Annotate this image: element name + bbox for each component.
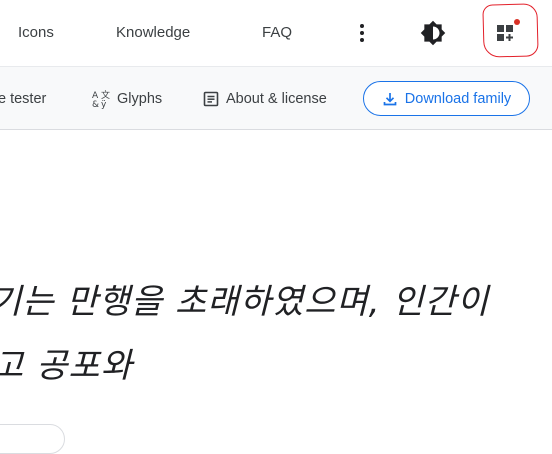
- top-navigation-bar: Icons Knowledge FAQ: [0, 0, 552, 66]
- more-vert-icon[interactable]: [352, 21, 372, 45]
- svg-text:&: &: [92, 100, 99, 109]
- download-family-button[interactable]: Download family: [363, 81, 530, 116]
- glyphs-icon: A 文 & ÿ: [92, 89, 110, 109]
- tab-about-license-label: About & license: [226, 91, 327, 107]
- nav-link-knowledge[interactable]: Knowledge: [116, 0, 190, 66]
- font-sample-line-1: 기는 만행을 초래하였으며, 인간이: [0, 282, 490, 322]
- tab-about-license[interactable]: About & license: [202, 67, 327, 131]
- theme-toggle-icon[interactable]: [420, 20, 446, 46]
- font-sample-line-2: 고 공포와: [0, 346, 133, 386]
- nav-link-faq[interactable]: FAQ: [262, 0, 292, 66]
- tab-type-tester-label: e tester: [0, 91, 47, 107]
- annotation-circle: [482, 3, 539, 58]
- svg-text:ÿ: ÿ: [101, 100, 107, 109]
- download-family-label: Download family: [404, 90, 512, 107]
- tab-glyphs-label: Glyphs: [117, 91, 163, 107]
- nav-link-icons[interactable]: Icons: [18, 0, 54, 66]
- download-icon: [383, 92, 397, 105]
- tab-glyphs[interactable]: A 文 & ÿ Glyphs: [91, 67, 162, 131]
- article-icon: [203, 91, 219, 107]
- font-toolbar: e tester A 文 & ÿ Glyphs About & license …: [0, 66, 552, 130]
- tab-type-tester[interactable]: e tester: [0, 67, 46, 131]
